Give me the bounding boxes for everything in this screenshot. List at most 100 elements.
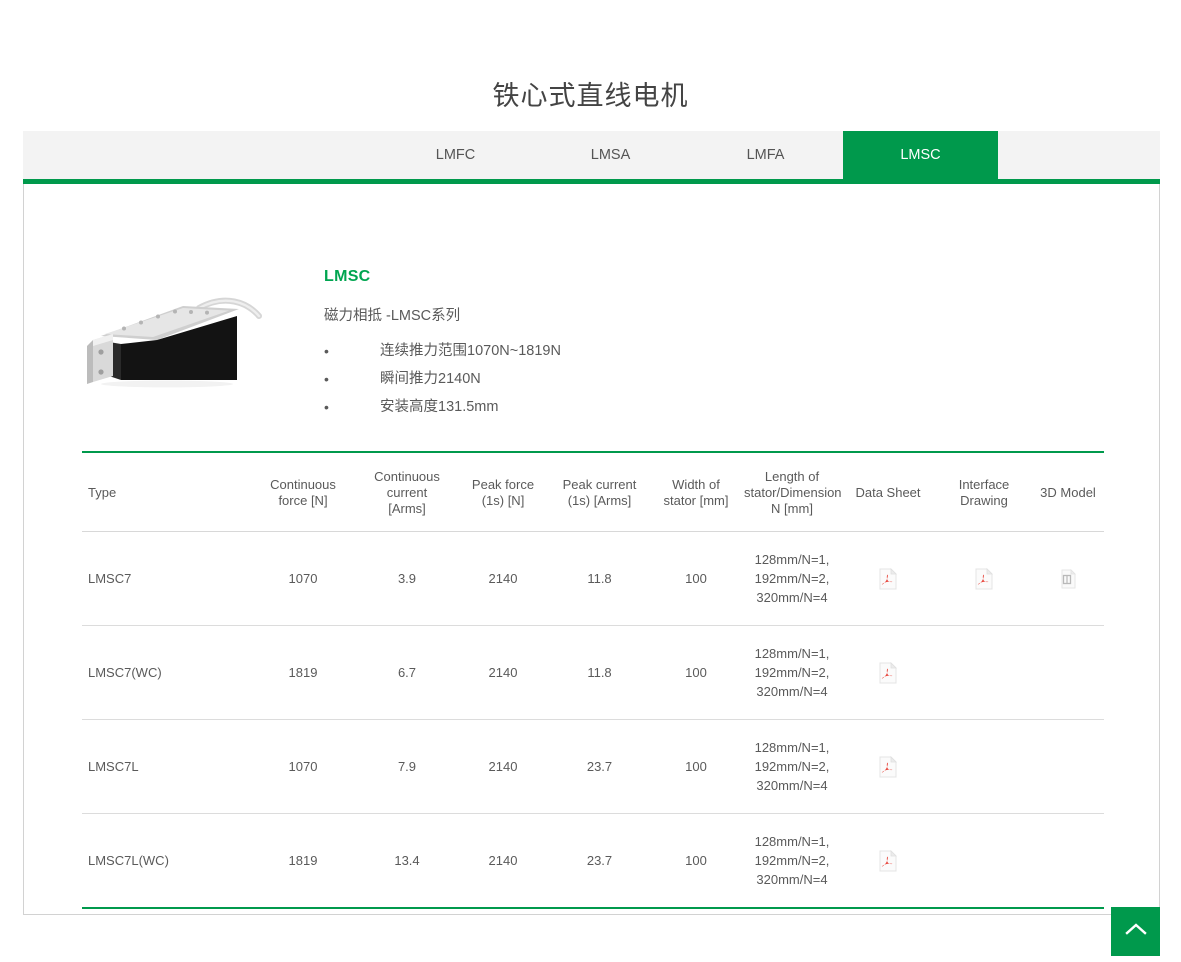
cell-continuous-current: 6.7 [359, 626, 455, 720]
pdf-file-icon[interactable] [879, 756, 897, 778]
col-header-3d-model: 3D Model [1032, 452, 1104, 532]
tab-lmfa[interactable]: LMFA [688, 131, 843, 179]
cell-peak-current: 11.8 [551, 626, 648, 720]
header-line: Continuous [247, 477, 359, 493]
linear-motor-image [79, 284, 269, 389]
header-line: [Arms] [359, 501, 455, 517]
cell-length-of-stator: 128mm/N=1, 192mm/N=2, 320mm/N=4 [744, 720, 840, 814]
cell-peak-force: 2140 [455, 532, 551, 626]
cell-length-of-stator: 128mm/N=1, 192mm/N=2, 320mm/N=4 [744, 626, 840, 720]
length-line: 128mm/N=1, [744, 738, 840, 757]
feature-item: • 瞬间推力2140N [324, 365, 1159, 393]
header-line: (1s) [N] [455, 493, 551, 509]
cell-width-of-stator: 100 [648, 814, 744, 909]
cell-continuous-force: 1819 [247, 814, 359, 909]
pdf-file-icon[interactable] [975, 568, 993, 590]
header-line: current [359, 485, 455, 501]
cell-continuous-current: 7.9 [359, 720, 455, 814]
product-info: LMSC 磁力相抵 -LMSC系列 • 连续推力范围1070N~1819N • … [324, 216, 1159, 421]
cell-3d-model [1032, 532, 1104, 626]
feature-text: 瞬间推力2140N [380, 371, 481, 387]
length-line: 192mm/N=2, [744, 663, 840, 682]
tab-lmfc[interactable]: LMFC [378, 131, 533, 179]
tabbar-spacer [23, 131, 378, 179]
col-header-length-of-stator: Length of stator/Dimension N [mm] [744, 452, 840, 532]
cell-type: LMSC7(WC) [82, 626, 247, 720]
col-header-type: Type [82, 452, 247, 532]
spec-table-container: Type Continuous force [N] Continuous cur… [82, 421, 1125, 909]
product-image-container [24, 216, 324, 421]
cell-data-sheet [840, 720, 936, 814]
cell-interface-drawing [936, 626, 1032, 720]
empty-cell [1059, 659, 1077, 681]
feature-item: • 安装高度131.5mm [324, 393, 1159, 421]
product-hero: LMSC 磁力相抵 -LMSC系列 • 连续推力范围1070N~1819N • … [24, 184, 1159, 421]
header-line: N [mm] [744, 501, 840, 517]
cell-3d-model [1032, 626, 1104, 720]
header-line: Drawing [936, 493, 1032, 509]
cell-type: LMSC7L [82, 720, 247, 814]
cell-interface-drawing [936, 720, 1032, 814]
bullet-icon: • [324, 365, 329, 393]
cell-continuous-force: 1070 [247, 720, 359, 814]
header-line: Width of [648, 477, 744, 493]
bullet-icon: • [324, 393, 329, 421]
table-row: LMSC7L(WC) 1819 13.4 2140 23.7 100 128mm… [82, 814, 1104, 909]
cell-type: LMSC7 [82, 532, 247, 626]
cell-peak-current: 23.7 [551, 720, 648, 814]
empty-cell [1059, 753, 1077, 775]
tab-lmsc[interactable]: LMSC [843, 131, 998, 179]
bullet-icon: • [324, 337, 329, 365]
cell-width-of-stator: 100 [648, 626, 744, 720]
cell-3d-model [1032, 814, 1104, 909]
spec-table-body: LMSC7 1070 3.9 2140 11.8 100 128mm/N=1, … [82, 532, 1104, 909]
tab-content-panel: LMSC 磁力相抵 -LMSC系列 • 连续推力范围1070N~1819N • … [23, 184, 1160, 915]
length-line: 128mm/N=1, [744, 550, 840, 569]
product-page: 铁心式直线电机 LMFC LMSA LMFA LMSC [0, 0, 1181, 962]
cell-peak-current: 23.7 [551, 814, 648, 909]
chevron-up-icon [1125, 922, 1147, 941]
feature-text: 安装高度131.5mm [380, 399, 498, 415]
product-series-tabs: LMFC LMSA LMFA LMSC [23, 131, 1160, 179]
cell-peak-force: 2140 [455, 626, 551, 720]
product-feature-list: • 连续推力范围1070N~1819N • 瞬间推力2140N • 安装高度13… [324, 337, 1159, 421]
product-name: LMSC [324, 268, 1159, 286]
col-header-continuous-force: Continuous force [N] [247, 452, 359, 532]
length-line: 320mm/N=4 [744, 776, 840, 795]
col-header-width-of-stator: Width of stator [mm] [648, 452, 744, 532]
length-line: 320mm/N=4 [744, 588, 840, 607]
cell-continuous-force: 1819 [247, 626, 359, 720]
cell-peak-force: 2140 [455, 814, 551, 909]
header-line: Peak force [455, 477, 551, 493]
table-header-row: Type Continuous force [N] Continuous cur… [82, 452, 1104, 532]
cell-interface-drawing [936, 814, 1032, 909]
pdf-file-icon[interactable] [879, 850, 897, 872]
empty-cell [1059, 847, 1077, 869]
header-line: Peak current [551, 477, 648, 493]
length-line: 192mm/N=2, [744, 851, 840, 870]
header-line: force [N] [247, 493, 359, 509]
header-line: (1s) [Arms] [551, 493, 648, 509]
col-header-data-sheet: Data Sheet [840, 452, 936, 532]
cell-length-of-stator: 128mm/N=1, 192mm/N=2, 320mm/N=4 [744, 532, 840, 626]
header-line: Length of [744, 469, 840, 485]
cell-data-sheet [840, 814, 936, 909]
col-header-peak-force: Peak force (1s) [N] [455, 452, 551, 532]
pdf-file-icon[interactable] [879, 568, 897, 590]
length-line: 192mm/N=2, [744, 757, 840, 776]
pdf-file-icon[interactable] [879, 662, 897, 684]
cell-peak-force: 2140 [455, 720, 551, 814]
feature-item: • 连续推力范围1070N~1819N [324, 337, 1159, 365]
3d-model-file-icon[interactable] [1059, 568, 1077, 590]
scroll-to-top-button[interactable] [1111, 907, 1160, 956]
table-row: LMSC7 1070 3.9 2140 11.8 100 128mm/N=1, … [82, 532, 1104, 626]
cell-width-of-stator: 100 [648, 532, 744, 626]
table-row: LMSC7L 1070 7.9 2140 23.7 100 128mm/N=1,… [82, 720, 1104, 814]
col-header-interface-drawing: Interface Drawing [936, 452, 1032, 532]
cell-type: LMSC7L(WC) [82, 814, 247, 909]
tab-lmsa[interactable]: LMSA [533, 131, 688, 179]
page-title: 铁心式直线电机 [0, 18, 1181, 112]
length-line: 320mm/N=4 [744, 682, 840, 701]
cell-data-sheet [840, 626, 936, 720]
spec-table: Type Continuous force [N] Continuous cur… [82, 451, 1104, 909]
